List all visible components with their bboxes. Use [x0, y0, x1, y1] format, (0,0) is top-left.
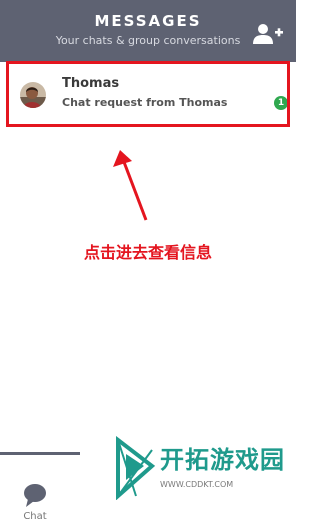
- unread-badge: 1: [274, 96, 288, 110]
- watermark-title: 开拓游戏园: [160, 446, 285, 474]
- watermark-url: WWW.CDDKT.COM: [160, 480, 234, 489]
- watermark: 开拓游戏园 WWW.CDDKT.COM: [110, 432, 290, 512]
- conversation-item-thomas[interactable]: Thomas Chat request from Thomas 1: [6, 62, 290, 126]
- contact-name: Thomas: [62, 76, 120, 91]
- tab-chat-label: Chat: [23, 511, 47, 522]
- add-user-button[interactable]: [252, 22, 284, 46]
- tab-indicator: [0, 452, 80, 455]
- chat-bubble-icon: [24, 484, 46, 507]
- watermark-logo-icon: [116, 436, 156, 500]
- avatar: [20, 82, 46, 108]
- messages-header: MESSAGES Your chats & group conversation…: [0, 0, 296, 62]
- add-user-icon: [253, 24, 283, 44]
- annotation-text: 点击进去查看信息: [83, 243, 212, 262]
- message-preview: Chat request from Thomas: [62, 96, 228, 109]
- arrow-up-icon: [113, 150, 148, 221]
- tab-chat[interactable]: Chat: [10, 458, 60, 522]
